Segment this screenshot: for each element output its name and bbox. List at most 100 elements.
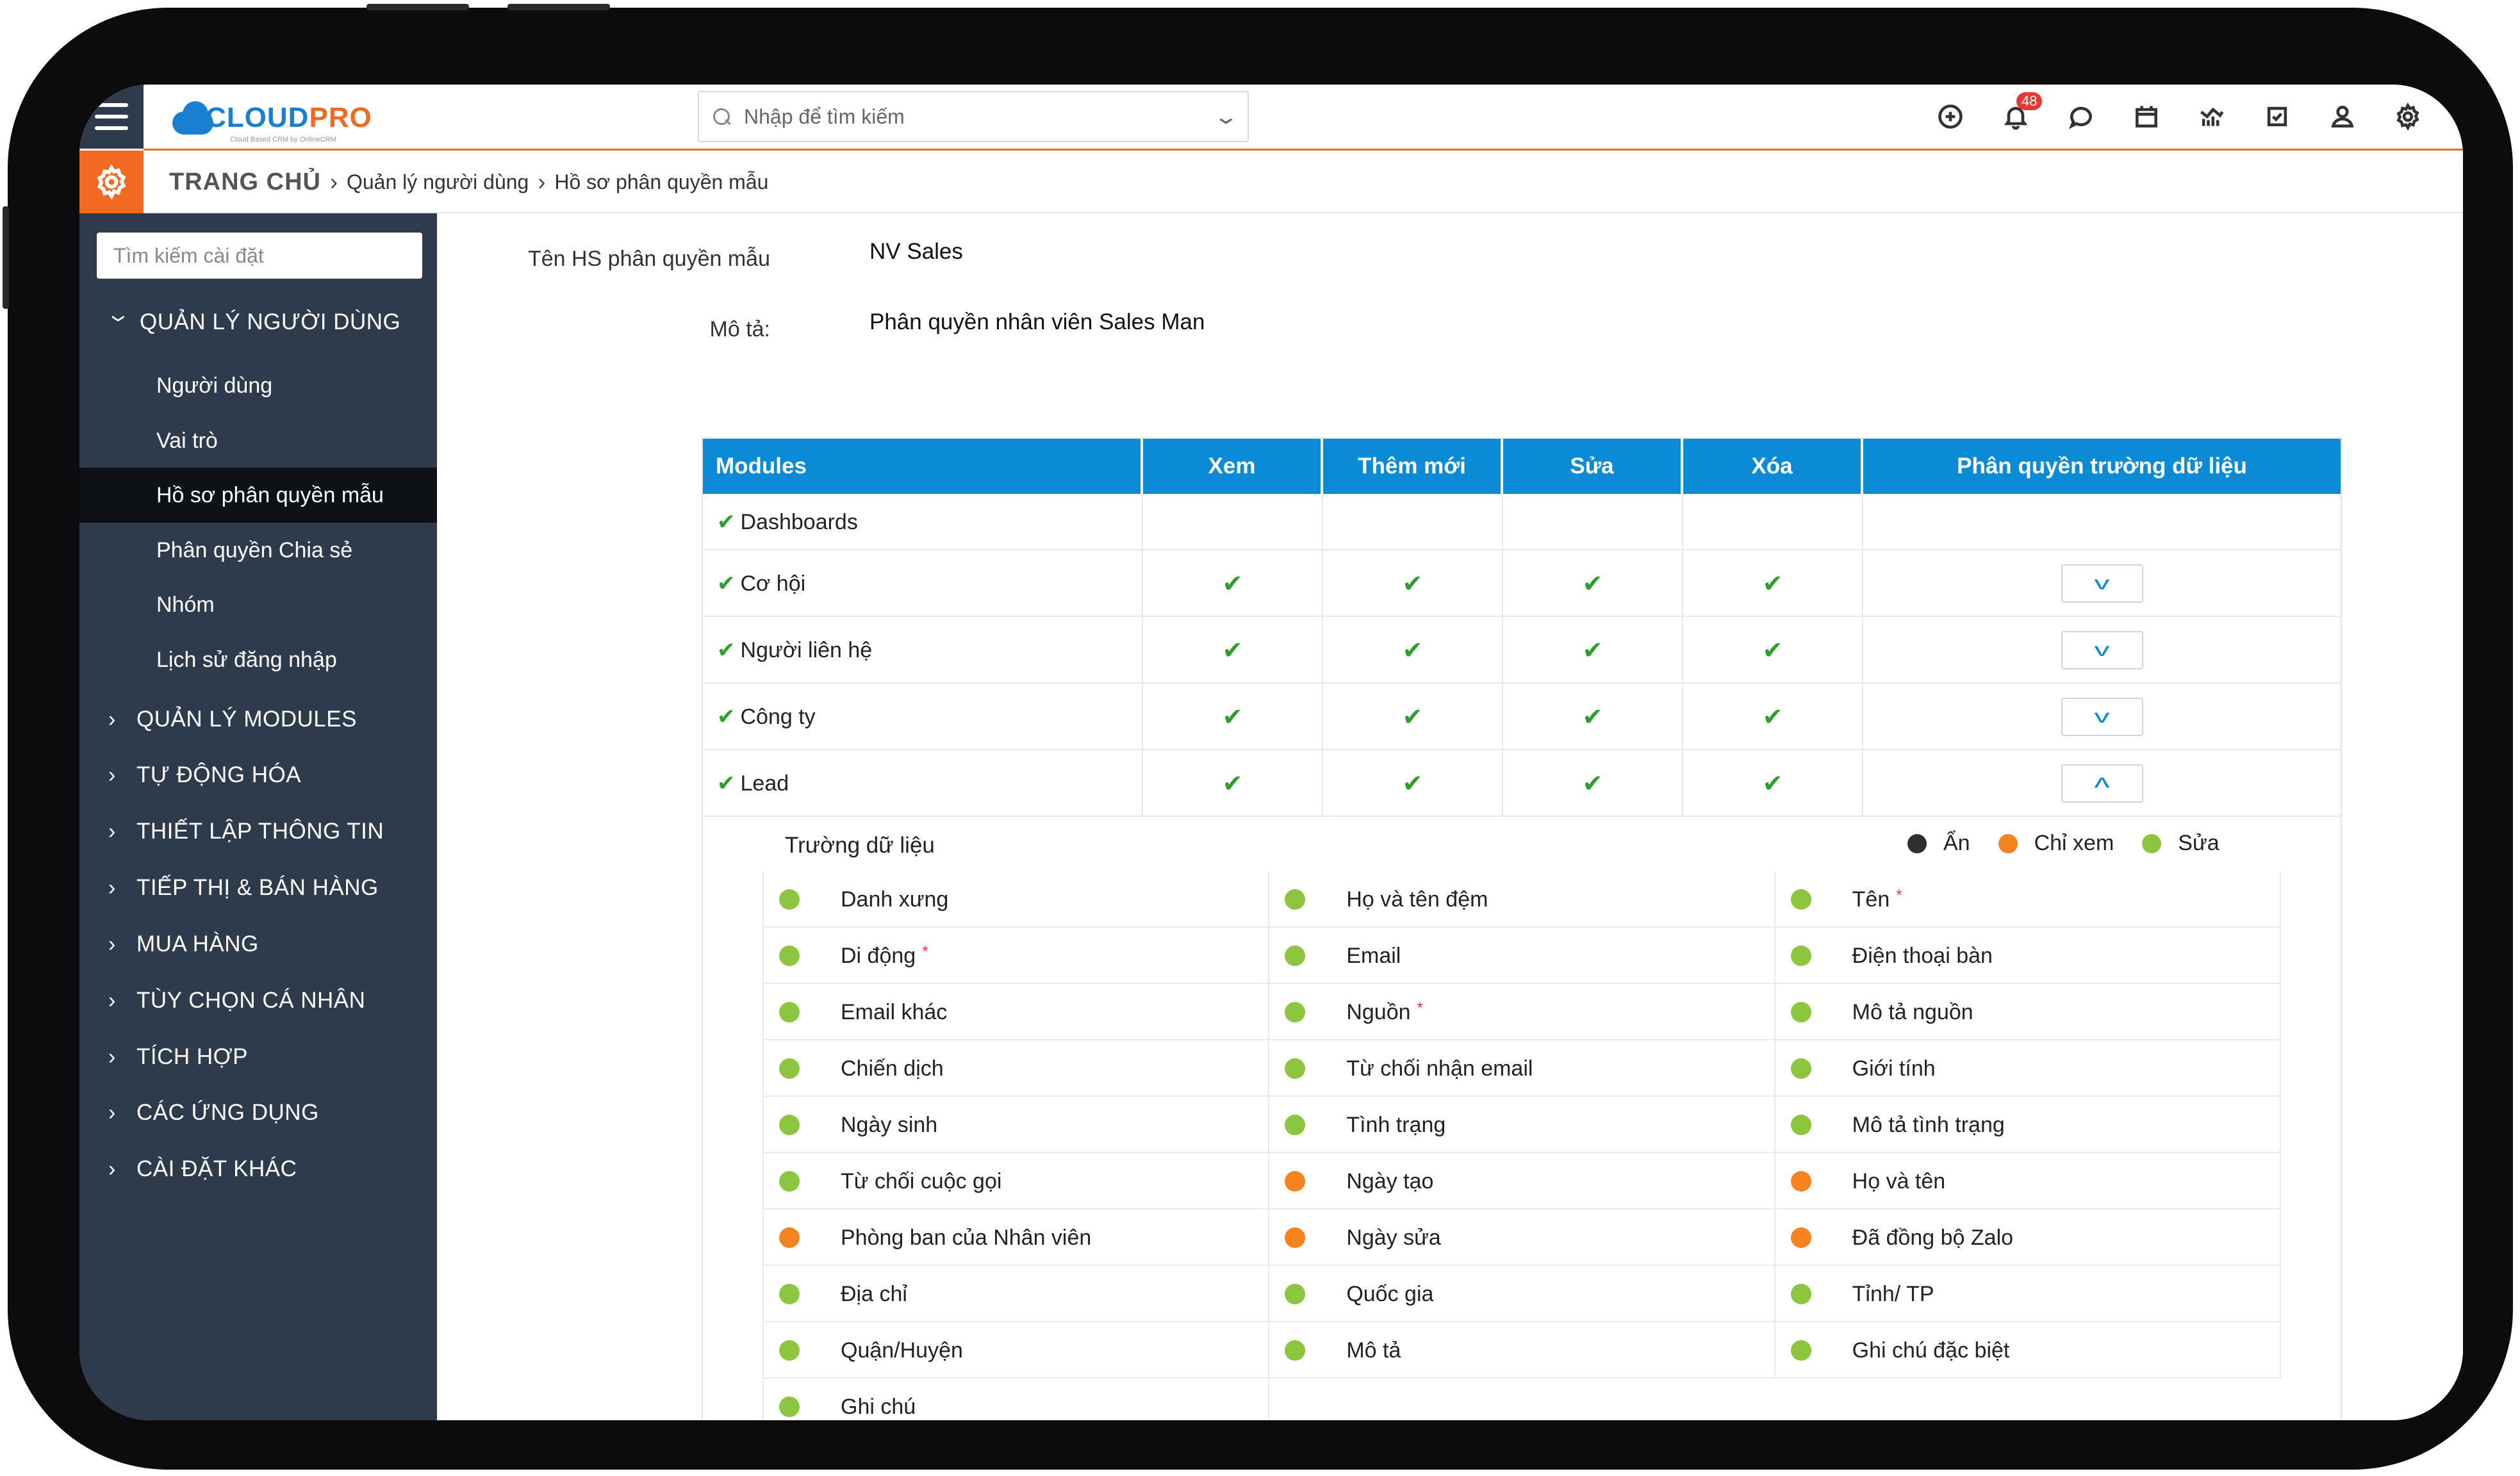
field-state-dot-icon[interactable] bbox=[1285, 946, 1306, 966]
field-state-dot-icon[interactable] bbox=[779, 1002, 800, 1022]
sidebar-item-sharing[interactable]: Phân quyền Chia sẻ bbox=[79, 523, 437, 578]
field-permissions-toggle[interactable]: v bbox=[2061, 764, 2143, 803]
field-state-dot-icon[interactable] bbox=[1790, 1227, 1811, 1248]
view-cell[interactable]: ✔ bbox=[1143, 617, 1323, 684]
view-cell[interactable]: ✔ bbox=[1143, 684, 1323, 750]
sidebar-section-purchasing[interactable]: › MUA HÀNG bbox=[108, 931, 259, 957]
gear-icon[interactable] bbox=[2375, 96, 2441, 137]
field-permissions-cell: v bbox=[1863, 550, 2341, 617]
field-state-dot-icon[interactable] bbox=[1790, 1002, 1811, 1022]
field-state-dot-icon[interactable] bbox=[779, 1171, 800, 1192]
field-row: Email khác Nguồn * Mô tả nguồn bbox=[764, 984, 2281, 1040]
sidebar-item-label: Hồ sơ phân quyền mẫu bbox=[156, 482, 384, 507]
breadcrumb-home[interactable]: TRANG CHỦ bbox=[169, 168, 321, 196]
sidebar-section-label: MUA HÀNG bbox=[136, 931, 259, 956]
fields-section-title: Trường dữ liệu bbox=[785, 833, 935, 858]
create-cell[interactable] bbox=[1323, 494, 1503, 550]
menu-icon[interactable] bbox=[79, 85, 144, 149]
chevron-right-icon: › bbox=[108, 988, 116, 1013]
breadcrumb-level1[interactable]: Quản lý người dùng bbox=[347, 170, 529, 194]
field-state-dot-icon[interactable] bbox=[779, 1115, 800, 1135]
create-cell[interactable]: ✔ bbox=[1323, 617, 1503, 684]
field-state-dot-icon[interactable] bbox=[1790, 1058, 1811, 1079]
sidebar-section-automation[interactable]: › TỰ ĐỘNG HÓA bbox=[108, 762, 301, 788]
sidebar-section-integration[interactable]: › TÍCH HỢP bbox=[108, 1044, 248, 1070]
field-state-dot-icon[interactable] bbox=[1790, 1171, 1811, 1192]
field-state-dot-icon[interactable] bbox=[1285, 1002, 1306, 1022]
field-state-dot-icon[interactable] bbox=[1285, 1227, 1306, 1248]
bell-icon[interactable]: 48 bbox=[1983, 92, 2048, 137]
sidebar-section-label: TỰ ĐỘNG HÓA bbox=[136, 762, 302, 787]
field-row: Phòng ban của Nhân viên Ngày sửa Đã đồng b… bbox=[764, 1210, 2281, 1266]
field-state-dot-icon[interactable] bbox=[779, 946, 800, 966]
field-cell: Địa chỉ bbox=[764, 1266, 1270, 1322]
sidebar-item-profiles[interactable]: Hồ sơ phân quyền mẫu bbox=[79, 468, 437, 523]
field-state-dot-icon[interactable] bbox=[1790, 946, 1811, 966]
check-icon: ✔ bbox=[1582, 770, 1603, 798]
chevron-down-icon[interactable]: ⌄ bbox=[1213, 104, 1239, 129]
field-state-dot-icon[interactable] bbox=[779, 1340, 800, 1361]
delete-cell[interactable] bbox=[1683, 494, 1863, 550]
view-cell[interactable] bbox=[1143, 494, 1323, 550]
global-search-input[interactable]: Nhập để tìm kiếm ⌄ bbox=[698, 91, 1249, 142]
report-chart-icon[interactable] bbox=[2179, 96, 2244, 137]
sidebar-item-users[interactable]: Người dùng bbox=[79, 358, 437, 413]
field-state-dot-icon[interactable] bbox=[1285, 1171, 1306, 1192]
create-cell[interactable]: ✔ bbox=[1323, 550, 1503, 617]
field-cell: Tỉnh/ TP bbox=[1775, 1266, 2281, 1322]
breadcrumb-bar: TRANG CHỦ › Quản lý người dùng › Hồ sơ p… bbox=[79, 151, 2463, 213]
calendar-icon[interactable] bbox=[2114, 96, 2179, 137]
field-state-dot-icon[interactable] bbox=[1285, 1115, 1306, 1135]
sidebar-section-modules[interactable]: › QUẢN LÝ MODULES bbox=[108, 707, 357, 732]
field-state-dot-icon[interactable] bbox=[1285, 1284, 1306, 1304]
settings-gear-icon[interactable] bbox=[79, 151, 144, 213]
field-state-dot-icon[interactable] bbox=[1285, 889, 1306, 910]
field-cell: Mô tả nguồn bbox=[1775, 984, 2281, 1040]
delete-cell[interactable]: ✔ bbox=[1683, 684, 1863, 750]
user-icon[interactable] bbox=[2310, 96, 2375, 137]
field-permissions-toggle[interactable]: v bbox=[2061, 698, 2143, 736]
edit-cell[interactable]: ✔ bbox=[1503, 550, 1683, 617]
settings-search-input[interactable]: Tìm kiếm cài đặt bbox=[97, 233, 422, 279]
field-permissions-toggle[interactable]: v bbox=[2061, 631, 2143, 669]
field-permissions-toggle[interactable]: v bbox=[2061, 564, 2143, 603]
chevron-right-icon: › bbox=[538, 168, 546, 195]
sidebar-section-user-management[interactable]: › QUẢN LÝ NGƯỜI DÙNG bbox=[103, 309, 400, 335]
create-cell[interactable]: ✔ bbox=[1323, 750, 1503, 817]
field-state-dot-icon[interactable] bbox=[779, 1397, 800, 1417]
edit-cell[interactable]: ✔ bbox=[1503, 617, 1683, 684]
field-state-dot-icon[interactable] bbox=[779, 889, 800, 910]
chat-icon[interactable] bbox=[2048, 96, 2114, 137]
field-state-dot-icon[interactable] bbox=[779, 1227, 800, 1248]
sidebar-item-roles[interactable]: Vai trò bbox=[79, 413, 437, 468]
field-state-dot-icon[interactable] bbox=[1790, 1340, 1811, 1361]
plus-circle-icon[interactable] bbox=[1918, 96, 1983, 137]
sidebar-section-setup[interactable]: › THIẾT LẬP THÔNG TIN bbox=[108, 819, 384, 844]
edit-cell[interactable] bbox=[1503, 494, 1683, 550]
view-cell[interactable]: ✔ bbox=[1143, 750, 1323, 817]
field-state-dot-icon[interactable] bbox=[779, 1284, 800, 1304]
field-state-dot-icon[interactable] bbox=[1285, 1058, 1306, 1079]
field-state-dot-icon[interactable] bbox=[1285, 1340, 1306, 1361]
sidebar-item-groups[interactable]: Nhóm bbox=[79, 577, 437, 632]
sidebar-section-marketing-sales[interactable]: › TIẾP THỊ & BÁN HÀNG bbox=[108, 875, 379, 901]
sidebar-item-login-history[interactable]: Lịch sử đăng nhập bbox=[79, 632, 437, 687]
field-state-dot-icon[interactable] bbox=[1790, 1284, 1811, 1304]
module-name: Công ty bbox=[740, 704, 816, 729]
edit-cell[interactable]: ✔ bbox=[1503, 750, 1683, 817]
delete-cell[interactable]: ✔ bbox=[1683, 550, 1863, 617]
sidebar-section-apps[interactable]: › CÁC ỨNG DỤNG bbox=[108, 1100, 319, 1126]
sidebar-section-other[interactable]: › CÀI ĐẶT KHÁC bbox=[108, 1156, 297, 1182]
checkbox-icon[interactable] bbox=[2244, 96, 2310, 137]
edit-cell[interactable]: ✔ bbox=[1503, 684, 1683, 750]
sidebar-section-personal[interactable]: › TÙY CHỌN CÁ NHÂN bbox=[108, 988, 365, 1013]
field-state-dot-icon[interactable] bbox=[779, 1058, 800, 1079]
field-state-dot-icon[interactable] bbox=[1790, 889, 1811, 910]
delete-cell[interactable]: ✔ bbox=[1683, 750, 1863, 817]
app-logo[interactable]: CLOUDPRO Cloud Based CRM by OnlineCRM bbox=[172, 99, 372, 144]
view-cell[interactable]: ✔ bbox=[1143, 550, 1323, 617]
field-label: Ghi chú bbox=[841, 1394, 916, 1419]
field-state-dot-icon[interactable] bbox=[1790, 1115, 1811, 1135]
delete-cell[interactable]: ✔ bbox=[1683, 617, 1863, 684]
create-cell[interactable]: ✔ bbox=[1323, 684, 1503, 750]
